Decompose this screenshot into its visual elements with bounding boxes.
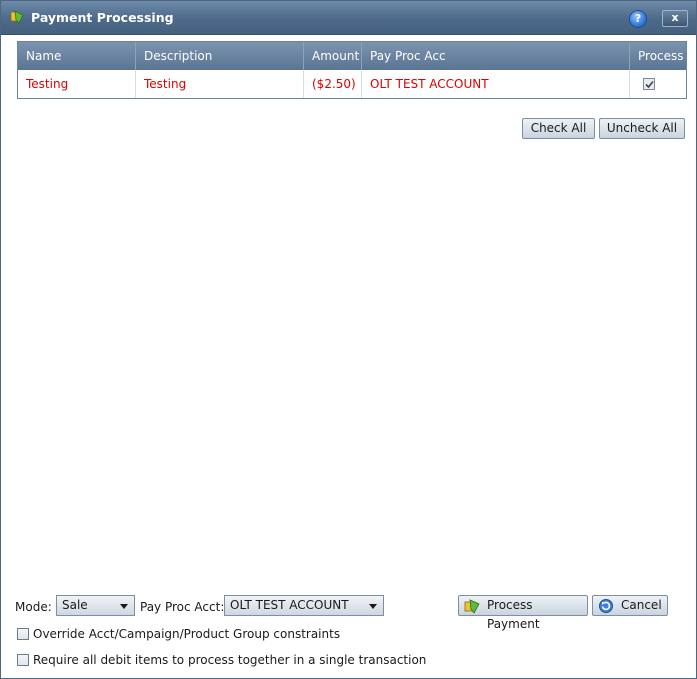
require-label: Require all debit items to process toget… [33, 653, 427, 667]
column-header-name[interactable]: Name [18, 42, 136, 70]
cancel-button[interactable]: Cancel [592, 595, 668, 616]
close-button[interactable]: x [662, 10, 688, 27]
cell-amount: ($2.50) [304, 70, 362, 98]
table-row[interactable]: Testing Testing ($2.50) OLT TEST ACCOUNT [18, 70, 686, 98]
payments-grid: Name Description Amount Pay Proc Acc Pro… [17, 41, 687, 99]
help-button[interactable]: ? [629, 10, 647, 28]
checkmark-icon [645, 80, 654, 89]
pay-proc-acct-label: Pay Proc Acct: [140, 600, 225, 614]
column-header-pay-proc-acc[interactable]: Pay Proc Acc [362, 42, 630, 70]
check-all-button[interactable]: Check All [522, 118, 595, 139]
payment-icon [10, 10, 24, 24]
chevron-down-icon [120, 604, 128, 609]
window-title: Payment Processing [31, 10, 174, 25]
column-header-process[interactable]: Process [630, 42, 686, 70]
chevron-down-icon [369, 604, 377, 609]
override-checkbox[interactable] [17, 628, 29, 640]
mode-value: Sale [62, 598, 88, 612]
cancel-label: Cancel [621, 598, 662, 612]
cell-name: Testing [18, 70, 136, 98]
cancel-icon [599, 599, 613, 613]
title-bar[interactable]: Payment Processing ? x [1, 1, 696, 35]
override-label: Override Acct/Campaign/Product Group con… [33, 627, 341, 641]
cell-pay-proc-acc: OLT TEST ACCOUNT [362, 70, 630, 98]
payment-icon [464, 599, 480, 614]
mode-label: Mode: [15, 600, 52, 614]
process-checkbox[interactable] [643, 78, 655, 90]
process-payment-button[interactable]: Process Payment [458, 595, 588, 631]
pay-proc-acct-value: OLT TEST ACCOUNT [230, 598, 349, 612]
cell-description: Testing [136, 70, 304, 98]
require-checkbox[interactable] [17, 654, 29, 666]
uncheck-all-button[interactable]: Uncheck All [599, 118, 685, 139]
column-header-description[interactable]: Description [136, 42, 304, 70]
process-payment-label: Process Payment [487, 598, 540, 631]
grid-header: Name Description Amount Pay Proc Acc Pro… [18, 42, 686, 70]
payment-processing-window: Payment Processing ? x Name Description … [0, 0, 697, 679]
mode-select[interactable]: Sale [56, 595, 135, 616]
pay-proc-acct-select[interactable]: OLT TEST ACCOUNT [224, 595, 384, 616]
column-header-amount[interactable]: Amount [304, 42, 362, 70]
